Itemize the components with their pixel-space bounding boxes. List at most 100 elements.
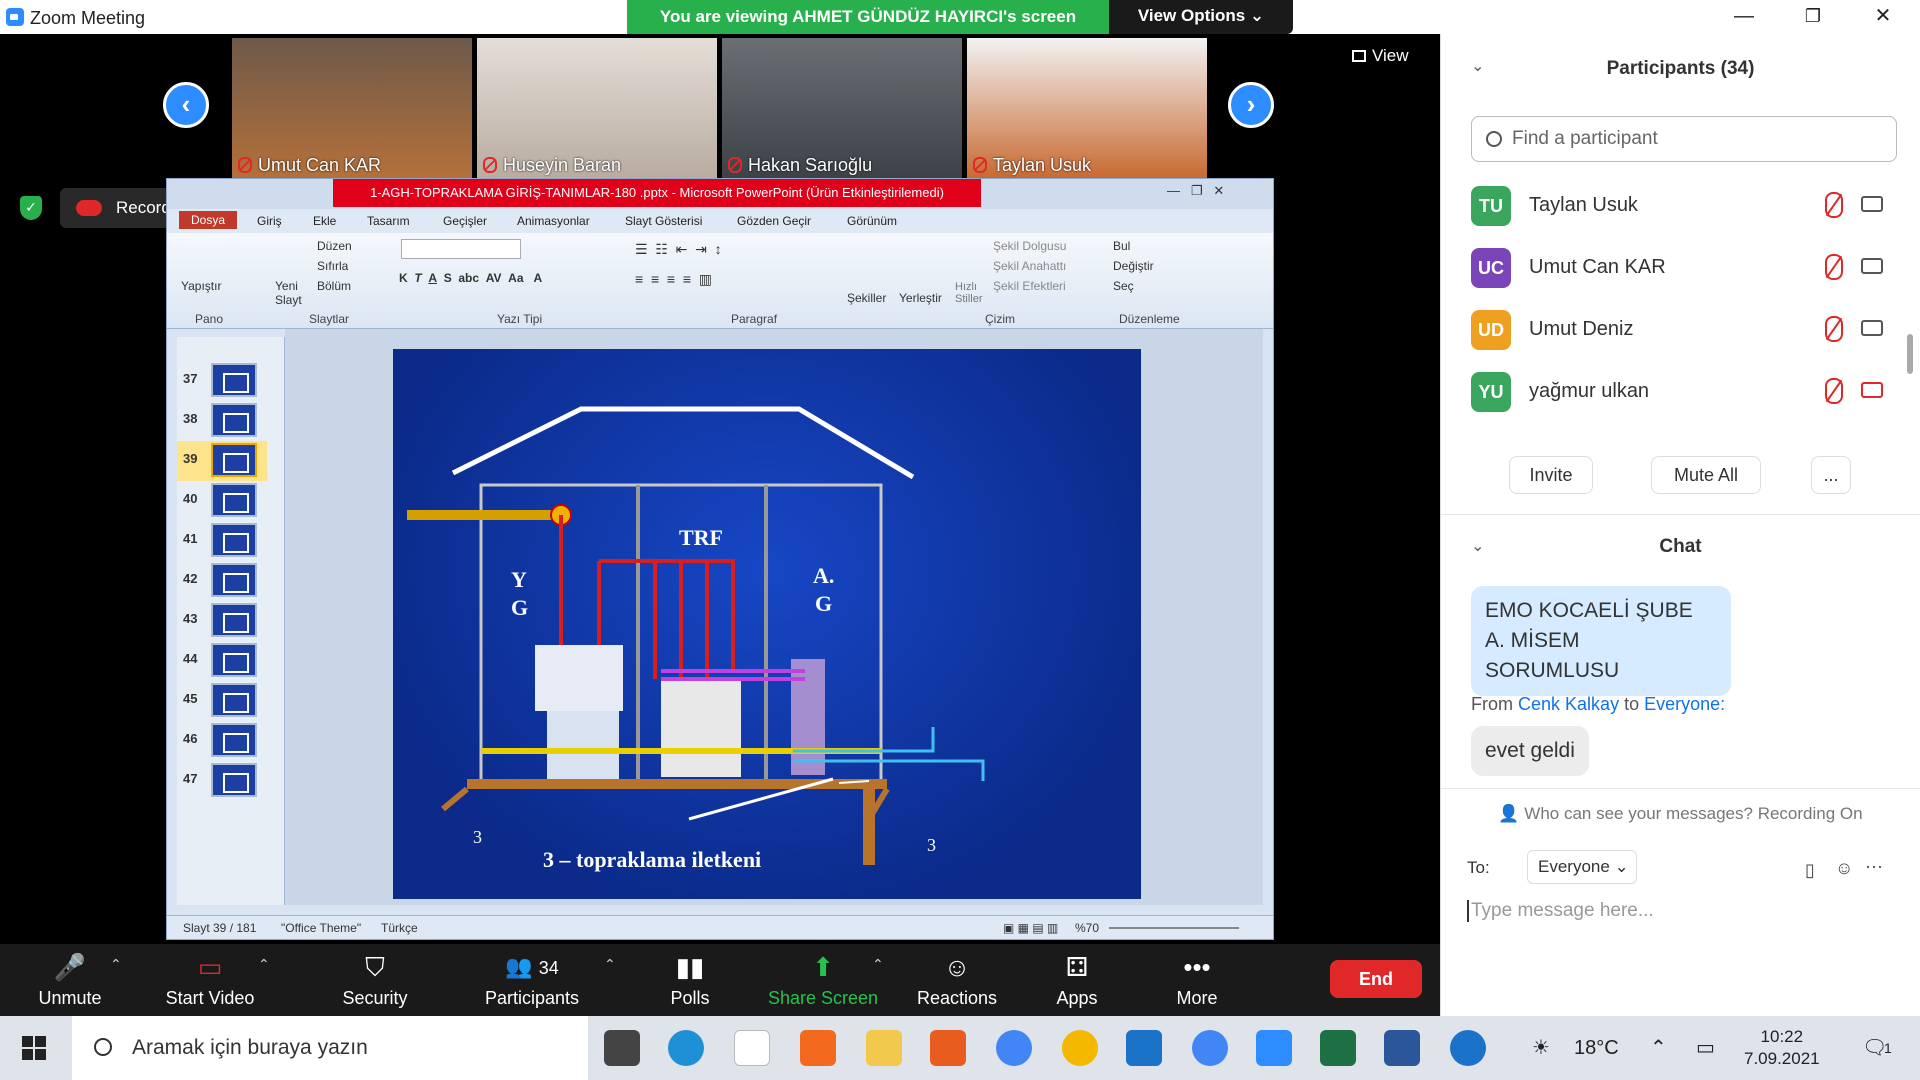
slide-thumbnail[interactable]: 40	[177, 481, 267, 521]
shape-fill-button[interactable]: Şekil Dolgusu	[993, 239, 1066, 253]
video-tile[interactable]: Umut Can KAR	[232, 38, 472, 178]
font-style-buttons[interactable]: K T A S abc AV Aa A	[399, 271, 542, 285]
word-icon[interactable]	[1384, 1030, 1420, 1066]
participant-row[interactable]: UC Umut Can KAR	[1471, 244, 1901, 294]
view-options-button[interactable]: View Options ⌄	[1109, 0, 1293, 34]
paste-button[interactable]: Yapıştır	[181, 279, 221, 293]
browser-icon[interactable]	[1062, 1030, 1098, 1066]
arrange-button[interactable]: Yerleştir	[899, 291, 942, 305]
edge-icon[interactable]	[668, 1030, 704, 1066]
weather-temp[interactable]: 18°C	[1574, 1016, 1619, 1080]
video-tile[interactable]: Hakan Sarıoğlu	[722, 38, 962, 178]
tab-animasyonlar[interactable]: Animasyonlar	[517, 214, 590, 228]
slide-thumbnail[interactable]: 41	[177, 521, 267, 561]
slide-thumbnail[interactable]: 43	[177, 601, 267, 641]
sender-name[interactable]: Cenk Kalkay	[1518, 694, 1619, 714]
participant-row[interactable]: UD Umut Deniz	[1471, 306, 1901, 356]
share-screen-button[interactable]: ⬆ Share Screen	[766, 944, 880, 1016]
video-tile[interactable]: Taylan Usuk	[967, 38, 1207, 178]
recipient-select[interactable]: Everyone ⌄	[1527, 850, 1637, 884]
tab-dosya[interactable]: Dosya	[179, 211, 238, 229]
shape-effects-button[interactable]: Şekil Efektleri	[993, 279, 1066, 293]
muted-mic-icon[interactable]	[1825, 192, 1843, 218]
font-select[interactable]	[401, 239, 521, 259]
participant-search-input[interactable]: Find a participant	[1471, 116, 1897, 162]
participant-row[interactable]: TU Taylan Usuk	[1471, 182, 1901, 232]
zoom-level[interactable]: %70	[1075, 921, 1099, 935]
tab-giris[interactable]: Giriş	[257, 214, 282, 228]
emoji-icon[interactable]: ☺	[1835, 858, 1853, 879]
quick-styles-button[interactable]: Hızlı Stiller	[955, 281, 987, 305]
app-icon[interactable]	[800, 1030, 836, 1066]
tab-slayt-gosterisi[interactable]: Slayt Gösterisi	[625, 214, 702, 228]
excel-icon[interactable]	[1320, 1030, 1356, 1066]
next-page-arrow-icon[interactable]: ›	[1228, 82, 1274, 128]
muted-mic-icon[interactable]	[1825, 254, 1843, 280]
store-icon[interactable]	[604, 1030, 640, 1066]
apps-button[interactable]: ⚃ Apps	[1050, 944, 1104, 1016]
shapes-button[interactable]: Şekiller	[847, 291, 886, 305]
mail-icon[interactable]	[1126, 1030, 1162, 1066]
video-options-caret-icon[interactable]: ⌃	[258, 956, 270, 973]
participants-button[interactable]: 👥 34 Participants	[480, 944, 584, 1016]
share-options-caret-icon[interactable]: ⌃	[872, 956, 884, 973]
slide-thumbnail[interactable]: 46	[177, 721, 267, 761]
battery-icon[interactable]: ▭	[1696, 1016, 1715, 1080]
security-button[interactable]: ⛉ Security	[330, 944, 420, 1016]
minimize-button[interactable]: —	[1714, 2, 1774, 30]
audio-options-caret-icon[interactable]: ⌃	[110, 956, 122, 973]
polls-button[interactable]: ▮▮ Polls	[660, 944, 720, 1016]
zoom-taskbar-icon[interactable]	[1256, 1030, 1292, 1066]
tray-chevron-icon[interactable]: ⌃	[1650, 1016, 1667, 1080]
chrome-icon[interactable]	[1192, 1030, 1228, 1066]
slide-thumbnail[interactable]: 45	[177, 681, 267, 721]
new-slide-button[interactable]: Yeni Slayt	[275, 279, 315, 307]
file-icon[interactable]: ▯	[1805, 860, 1815, 881]
tab-tasarim[interactable]: Tasarım	[367, 214, 410, 228]
unmute-button[interactable]: 🎤 Unmute	[28, 944, 112, 1016]
reset-button[interactable]: Sıfırla	[317, 259, 348, 273]
recipient-name[interactable]: Everyone:	[1644, 694, 1725, 714]
prev-page-arrow-icon[interactable]: ‹	[163, 82, 209, 128]
replace-button[interactable]: Değiştir	[1113, 259, 1154, 273]
chat-message-input[interactable]: Type message here...	[1467, 900, 1654, 922]
view-mode-icons[interactable]: ▣ ▦ ▤ ▥	[1003, 921, 1058, 935]
participants-scrollbar[interactable]	[1907, 334, 1913, 374]
system-clock[interactable]: 10:22 7.09.2021	[1744, 1026, 1820, 1070]
start-video-button[interactable]: ▭ Start Video	[150, 944, 270, 1016]
slide-thumbnail-selected[interactable]: 39	[177, 441, 267, 481]
slide-thumbnail[interactable]: 38	[177, 401, 267, 441]
view-button[interactable]: View	[1352, 46, 1409, 66]
app-icon[interactable]	[930, 1030, 966, 1066]
section-button[interactable]: Bölüm	[317, 279, 351, 293]
list-buttons[interactable]: ☰ ☷ ⇤ ⇥ ↕	[635, 241, 722, 258]
slide-thumbnail[interactable]: 42	[177, 561, 267, 601]
reactions-button[interactable]: ☺ Reactions	[914, 944, 1000, 1016]
find-button[interactable]: Bul	[1113, 239, 1130, 253]
restore-button[interactable]: ❐	[1783, 2, 1843, 30]
mute-all-button[interactable]: Mute All	[1651, 456, 1761, 494]
notepad-icon[interactable]	[734, 1030, 770, 1066]
tab-gorunum[interactable]: Görünüm	[847, 214, 897, 228]
chrome-icon[interactable]	[996, 1030, 1032, 1066]
more-button[interactable]: ••• More	[1170, 944, 1224, 1016]
layout-button[interactable]: Düzen	[317, 239, 352, 253]
tab-ekle[interactable]: Ekle	[313, 214, 336, 228]
slide-thumbnail[interactable]: 37	[177, 361, 267, 401]
taskbar-search-input[interactable]: Aramak için buraya yazın	[72, 1016, 588, 1080]
zoom-slider[interactable]	[1109, 927, 1239, 929]
current-slide[interactable]: TRF Y G A. G 3 3 3 – topraklama iletkeni	[393, 349, 1141, 899]
muted-mic-icon[interactable]	[1825, 378, 1843, 404]
muted-mic-icon[interactable]	[1825, 316, 1843, 342]
slide-thumbnail[interactable]: 44	[177, 641, 267, 681]
invite-button[interactable]: Invite	[1509, 456, 1593, 494]
participants-caret-icon[interactable]: ⌃	[604, 956, 616, 973]
tab-gecisler[interactable]: Geçişler	[443, 214, 487, 228]
windows-start-icon[interactable]	[22, 1036, 46, 1060]
chat-more-icon[interactable]: ···	[1865, 856, 1883, 877]
help-icon[interactable]	[1450, 1030, 1486, 1066]
select-button[interactable]: Seç	[1113, 279, 1134, 293]
language[interactable]: Türkçe	[381, 921, 418, 935]
participant-row[interactable]: YU yağmur ulkan	[1471, 368, 1901, 418]
chat-visibility-notice[interactable]: 👤 Who can see your messages? Recording O…	[1441, 804, 1920, 824]
